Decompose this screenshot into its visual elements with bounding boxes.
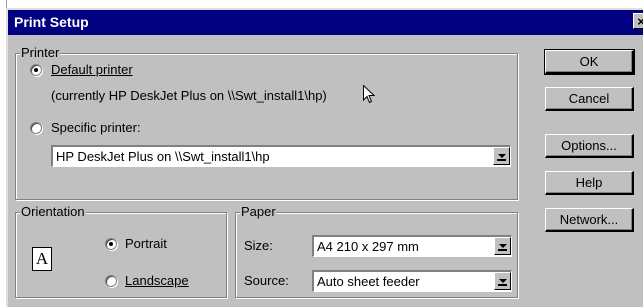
options-button[interactable]: Options...	[545, 134, 634, 158]
chevron-down-icon[interactable]	[494, 272, 511, 290]
size-dropdown[interactable]: A4 210 x 297 mm	[312, 235, 512, 257]
cancel-button[interactable]: Cancel	[545, 87, 634, 111]
specific-printer-dropdown[interactable]: HP DeskJet Plus on \\Swt_install1\hp	[51, 145, 511, 167]
paper-group: Paper Size: A4 210 x 297 mm Source: Auto…	[235, 204, 518, 298]
network-button[interactable]: Network...	[545, 208, 634, 232]
specific-printer-radio[interactable]	[30, 122, 42, 134]
source-value: Auto sheet feeder	[317, 274, 420, 289]
source-label: Source:	[244, 273, 289, 288]
orientation-group-label: Orientation	[20, 204, 86, 220]
default-printer-radio[interactable]	[30, 64, 42, 76]
specific-printer-text: Specific printer:	[51, 120, 141, 135]
size-label: Size:	[244, 238, 273, 253]
default-printer-label[interactable]: Default printer	[51, 62, 133, 78]
ok-button[interactable]: OK	[544, 49, 635, 75]
radio-selected-dot	[109, 242, 113, 246]
print-setup-dialog: Print Setup × Printer Default printer (c…	[6, 8, 643, 307]
orientation-group: Orientation A Portrait Landscape	[15, 204, 227, 298]
title-bar[interactable]: Print Setup ×	[8, 10, 643, 35]
printer-group: Printer Default printer (currently HP De…	[15, 45, 518, 200]
specific-printer-label[interactable]: Specific printer:	[51, 120, 141, 136]
portrait-label[interactable]: Portrait	[125, 236, 167, 252]
current-printer-text: (currently HP DeskJet Plus on \\Swt_inst…	[51, 88, 327, 103]
help-button[interactable]: Help	[545, 171, 634, 195]
specific-printer-value: HP DeskJet Plus on \\Swt_install1\hp	[56, 149, 270, 164]
chevron-down-icon[interactable]	[493, 147, 510, 165]
close-icon[interactable]: ×	[633, 13, 643, 29]
landscape-radio[interactable]	[105, 275, 117, 287]
landscape-label[interactable]: Landscape	[125, 273, 189, 289]
portrait-radio[interactable]	[105, 238, 117, 250]
mouse-pointer-icon	[363, 85, 375, 104]
source-dropdown[interactable]: Auto sheet feeder	[312, 270, 512, 292]
default-printer-text: Default printer	[51, 62, 133, 77]
dialog-title: Print Setup	[14, 14, 89, 30]
portrait-page-icon: A	[32, 247, 52, 271]
paper-group-label: Paper	[240, 204, 277, 220]
size-value: A4 210 x 297 mm	[317, 239, 419, 254]
radio-selected-dot	[34, 68, 38, 72]
chevron-down-icon[interactable]	[494, 237, 511, 255]
printer-group-label: Printer	[20, 45, 61, 61]
